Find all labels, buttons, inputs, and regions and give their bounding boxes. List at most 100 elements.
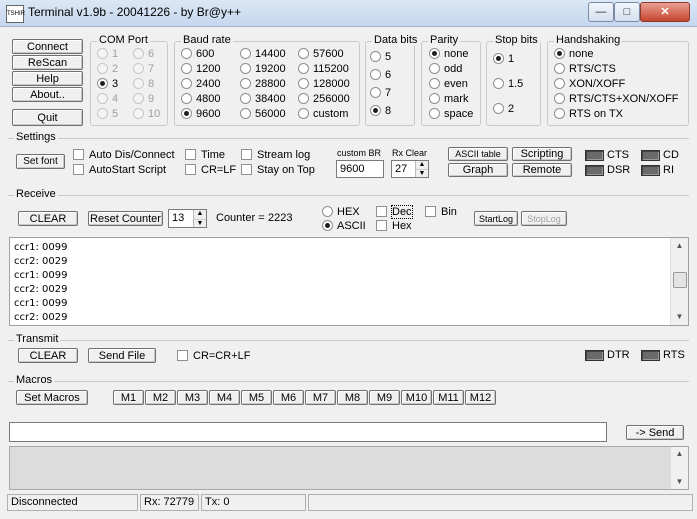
baud-28800-radio[interactable]: 28800 <box>240 78 286 91</box>
remote-button[interactable]: Remote <box>512 163 572 177</box>
transmit-scrollbar[interactable]: ▲ ▼ <box>670 447 688 489</box>
handshaking-rts-on-tx-radio[interactable]: RTS on TX <box>554 108 623 121</box>
set-font-button[interactable]: Set font <box>16 154 65 169</box>
receive-text-area[interactable]: ccr1: 0099 ccr2: 0029 ccr1: 0099 ccr2: 0… <box>9 237 689 326</box>
dec-checkbox[interactable]: Dec <box>376 205 413 219</box>
macro-m2-button[interactable]: M2 <box>145 390 176 405</box>
close-button[interactable]: ✕ <box>640 2 690 22</box>
send-file-button[interactable]: Send File <box>88 348 156 363</box>
scripting-button[interactable]: Scripting <box>512 147 572 161</box>
graph-button[interactable]: Graph <box>448 163 508 177</box>
baud-128000-radio[interactable]: 128000 <box>298 78 350 91</box>
auto-dis-connect-checkbox[interactable]: Auto Dis/Connect <box>73 149 175 162</box>
custom-br-input[interactable]: 9600 <box>336 160 384 178</box>
baud-115200-radio[interactable]: 115200 <box>298 63 349 76</box>
counter-spin-input[interactable]: 13 ▲ ▼ <box>168 209 207 228</box>
stoplog-button[interactable]: StopLog <box>521 211 567 226</box>
spin-down-icon[interactable]: ▼ <box>416 170 428 177</box>
com-port-8-radio[interactable]: 8 <box>133 78 154 91</box>
scroll-up-icon[interactable]: ▲ <box>671 447 688 461</box>
about-button[interactable]: About.. <box>12 87 83 102</box>
data-bits-5-radio[interactable]: 5 <box>370 51 391 64</box>
send-button[interactable]: -> Send <box>626 425 684 440</box>
macro-m7-button[interactable]: M7 <box>305 390 336 405</box>
spin-down-icon[interactable]: ▼ <box>194 220 206 228</box>
handshaking-rts-cts-xon-xoff-radio[interactable]: RTS/CTS+XON/XOFF <box>554 93 679 106</box>
handshaking-none-radio[interactable]: none <box>554 48 593 61</box>
macro-m6-button[interactable]: M6 <box>273 390 304 405</box>
bin-checkbox[interactable]: Bin <box>425 206 457 219</box>
com-port-4-radio[interactable]: 4 <box>97 93 118 106</box>
handshaking-xon-xoff-radio[interactable]: XON/XOFF <box>554 78 625 91</box>
macro-m4-button[interactable]: M4 <box>209 390 240 405</box>
rx-clear-spinner[interactable]: ▲ ▼ <box>415 161 428 177</box>
baud-256000-radio[interactable]: 256000 <box>298 93 350 106</box>
baud-19200-radio[interactable]: 19200 <box>240 63 286 76</box>
macro-m10-button[interactable]: M10 <box>401 390 432 405</box>
data-bits-7-radio[interactable]: 7 <box>370 87 391 100</box>
com-port-9-radio[interactable]: 9 <box>133 93 154 106</box>
com-port-7-radio[interactable]: 7 <box>133 63 154 76</box>
reset-counter-button[interactable]: Reset Counter <box>88 211 163 226</box>
maximize-button[interactable]: □ <box>614 2 640 22</box>
scrollbar-thumb[interactable] <box>673 272 687 288</box>
parity-odd-radio[interactable]: odd <box>429 63 462 76</box>
baud-1200-radio[interactable]: 1200 <box>181 63 220 76</box>
macro-m8-button[interactable]: M8 <box>337 390 368 405</box>
baud-600-radio[interactable]: 600 <box>181 48 214 61</box>
macro-m9-button[interactable]: M9 <box>369 390 400 405</box>
hex-radio[interactable]: HEX <box>322 206 360 219</box>
counter-spinner[interactable]: ▲ ▼ <box>193 210 206 227</box>
baud-4800-radio[interactable]: 4800 <box>181 93 220 106</box>
com-port-5-radio[interactable]: 5 <box>97 108 118 121</box>
receive-scrollbar[interactable]: ▲ ▼ <box>670 238 688 325</box>
quit-button[interactable]: Quit <box>12 109 83 126</box>
macro-m12-button[interactable]: M12 <box>465 390 496 405</box>
cr-lf-checkbox[interactable]: CR=LF <box>185 164 236 177</box>
rts-led[interactable] <box>641 350 660 361</box>
dtr-led[interactable] <box>585 350 604 361</box>
ascii-table-button[interactable]: ASCII table <box>448 147 508 161</box>
rescan-button[interactable]: ReScan <box>12 55 83 70</box>
baud-38400-radio[interactable]: 38400 <box>240 93 286 106</box>
macro-m1-button[interactable]: M1 <box>113 390 144 405</box>
parity-none-radio[interactable]: none <box>429 48 468 61</box>
set-macros-button[interactable]: Set Macros <box>16 390 88 405</box>
time-checkbox[interactable]: Time <box>185 149 225 162</box>
com-port-3-radio[interactable]: 3 <box>97 78 118 91</box>
parity-space-radio[interactable]: space <box>429 108 473 121</box>
baud-9600-radio[interactable]: 9600 <box>181 108 220 121</box>
startlog-button[interactable]: StartLog <box>474 211 518 226</box>
baud-2400-radio[interactable]: 2400 <box>181 78 220 91</box>
receive-clear-button[interactable]: CLEAR <box>18 211 78 226</box>
com-port-2-radio[interactable]: 2 <box>97 63 118 76</box>
scroll-down-icon[interactable]: ▼ <box>671 475 688 489</box>
parity-mark-radio[interactable]: mark <box>429 93 468 106</box>
send-input[interactable] <box>9 422 607 442</box>
help-button[interactable]: Help <box>12 71 83 86</box>
stop-bits-1-radio[interactable]: 1 <box>493 53 514 66</box>
rx-clear-input[interactable]: 27 ▲ ▼ <box>391 160 429 178</box>
baud-56000-radio[interactable]: 56000 <box>240 108 286 121</box>
stay-on-top-checkbox[interactable]: Stay on Top <box>241 164 315 177</box>
com-port-10-radio[interactable]: 10 <box>133 108 160 121</box>
data-bits-6-radio[interactable]: 6 <box>370 69 391 82</box>
scroll-down-icon[interactable]: ▼ <box>671 309 688 325</box>
autostart-script-checkbox[interactable]: AutoStart Script <box>73 164 166 177</box>
parity-even-radio[interactable]: even <box>429 78 468 91</box>
com-port-1-radio[interactable]: 1 <box>97 48 118 61</box>
cr-crlf-checkbox[interactable]: CR=CR+LF <box>177 350 250 363</box>
data-bits-8-radio[interactable]: 8 <box>370 105 391 118</box>
scroll-up-icon[interactable]: ▲ <box>671 238 688 254</box>
transmit-clear-button[interactable]: CLEAR <box>18 348 78 363</box>
baud-custom-radio[interactable]: custom <box>298 108 348 121</box>
spin-up-icon[interactable]: ▲ <box>194 210 206 220</box>
connect-button[interactable]: Connect <box>12 39 83 54</box>
macro-m11-button[interactable]: M11 <box>433 390 464 405</box>
stream-log-checkbox[interactable]: Stream log <box>241 149 310 162</box>
macro-m5-button[interactable]: M5 <box>241 390 272 405</box>
com-port-6-radio[interactable]: 6 <box>133 48 154 61</box>
spin-up-icon[interactable]: ▲ <box>416 161 428 170</box>
baud-14400-radio[interactable]: 14400 <box>240 48 286 61</box>
handshaking-rts-cts-radio[interactable]: RTS/CTS <box>554 63 616 76</box>
